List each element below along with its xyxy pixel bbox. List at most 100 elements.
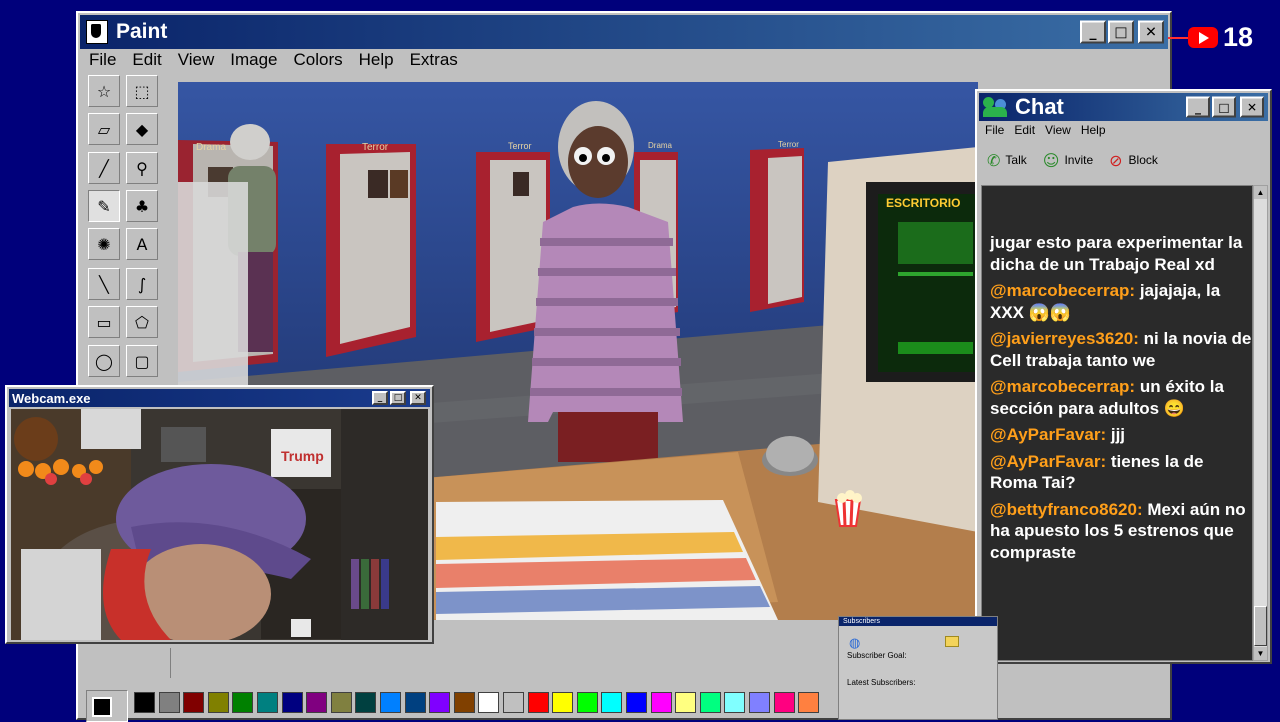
palette-color-swatch[interactable] (306, 692, 328, 713)
invite-label: Invite (1064, 153, 1094, 167)
shelf-label-3: Terror (508, 141, 532, 151)
palette-color-swatch[interactable] (404, 692, 426, 713)
palette-color-swatch[interactable] (576, 692, 598, 713)
chat-maximize-button[interactable]: □ (1212, 96, 1236, 118)
chat-scrollbar[interactable]: ▲ ▼ (1253, 185, 1268, 661)
chat-username[interactable]: @marcobecerrap: (990, 281, 1135, 300)
palette-color-swatch[interactable] (232, 692, 254, 713)
palette-color-swatch[interactable] (478, 692, 500, 713)
palette-color-swatch[interactable] (773, 692, 795, 713)
palette-color-swatch[interactable] (429, 692, 451, 713)
palette-color-swatch[interactable] (724, 692, 746, 713)
palette-color-swatch[interactable] (749, 692, 770, 713)
brush-tool-button[interactable]: ♣ (126, 190, 158, 222)
magnifier-tool-button[interactable]: ⚲ (126, 152, 158, 184)
palette-color-swatch[interactable] (257, 692, 278, 713)
free-select-icon: ☆ (96, 81, 112, 101)
text-tool-tool-button[interactable]: A (126, 228, 158, 260)
webcam-minimize-button[interactable]: _ (372, 391, 388, 405)
paint-app-icon (86, 20, 108, 44)
rect-select-tool-button[interactable]: ⬚ (126, 75, 158, 107)
palette-color-swatch[interactable] (601, 692, 623, 713)
free-select-tool-button[interactable]: ☆ (88, 75, 120, 107)
menu-help[interactable]: Help (359, 50, 394, 70)
chat-menu-file[interactable]: File (985, 123, 1004, 137)
shelf-5 (750, 148, 804, 312)
ellipse-tool-tool-button[interactable]: ◯ (88, 345, 120, 377)
menu-extras[interactable]: Extras (410, 50, 458, 70)
palette-color-swatch[interactable] (650, 692, 672, 713)
scroll-up-arrow[interactable]: ▲ (1254, 186, 1267, 199)
webcam-title-bar[interactable]: Webcam.exe _ □ ✕ (9, 389, 430, 407)
chat-menu-bar: File Edit View Help (985, 123, 1116, 137)
subscribers-title: Subscribers (843, 618, 880, 625)
chat-close-button[interactable]: ✕ (1240, 96, 1264, 118)
polygon-tool-tool-button[interactable]: ⬠ (126, 306, 158, 338)
rounded-rect-tool-tool-button[interactable]: ▢ (126, 345, 158, 377)
scroll-thumb[interactable] (1254, 606, 1267, 646)
menu-image[interactable]: Image (230, 50, 277, 70)
palette-color-swatch[interactable] (134, 692, 155, 713)
maximize-button[interactable]: □ (1108, 20, 1134, 44)
rectangle-tool-icon: ▭ (96, 312, 112, 332)
palette-color-swatch[interactable] (355, 692, 377, 713)
invite-button[interactable]: ☺ Invite (1043, 151, 1093, 170)
palette-color-swatch[interactable] (552, 692, 574, 713)
brush-icon: ♣ (134, 196, 150, 216)
webcam-window-title: Webcam.exe (12, 390, 91, 406)
chat-message: jugar esto para experimentar la dicha de… (990, 232, 1252, 275)
palette-color-swatch[interactable] (380, 692, 401, 713)
menu-view[interactable]: View (178, 50, 215, 70)
palette-color-swatch[interactable] (330, 692, 352, 713)
subscriber-count: 18 (1223, 22, 1254, 52)
line-tool-tool-button[interactable]: ╲ (88, 268, 120, 300)
shelf-2 (326, 144, 416, 357)
chat-minimize-button[interactable]: _ (1186, 96, 1210, 118)
chat-menu-edit[interactable]: Edit (1014, 123, 1035, 137)
palette-color-swatch[interactable] (626, 692, 647, 713)
talk-button[interactable]: ✆ Talk (987, 151, 1027, 170)
palette-color-swatch[interactable] (183, 692, 205, 713)
palette-color-swatch[interactable] (207, 692, 229, 713)
close-button[interactable]: ✕ (1138, 20, 1164, 44)
menu-file[interactable]: File (89, 50, 116, 70)
chat-message: @AyParFavar: jjj (990, 424, 1252, 446)
menu-colors[interactable]: Colors (294, 50, 343, 70)
fill-bucket-tool-button[interactable]: ◆ (126, 113, 158, 145)
palette-color-swatch[interactable] (798, 692, 820, 713)
minimize-button[interactable]: _ (1080, 20, 1106, 44)
rectangle-tool-tool-button[interactable]: ▭ (88, 306, 120, 338)
chat-username[interactable]: @marcobecerrap: (990, 377, 1135, 396)
chat-menu-view[interactable]: View (1045, 123, 1071, 137)
curve-tool-tool-button[interactable]: ∫ (126, 268, 158, 300)
color-picker-tool-button[interactable]: ╱ (88, 152, 120, 184)
eraser-tool-button[interactable]: ▱ (88, 113, 120, 145)
palette-color-swatch[interactable] (699, 692, 721, 713)
palette-color-swatch[interactable] (527, 692, 549, 713)
chat-username[interactable]: @AyParFavar: (990, 425, 1106, 444)
paint-menu-bar: File Edit View Image Colors Help Extras (89, 50, 474, 70)
tool-box: ☆ ⬚ ▱ ◆ ╱ ⚲ ✎ ♣ ✺ A ╲ ∫ ▭ ⬠ ◯ ▢ (84, 72, 172, 384)
monitor-label: ESCRITORIO (886, 196, 960, 210)
palette-color-swatch[interactable] (453, 692, 475, 713)
scroll-down-arrow[interactable]: ▼ (1254, 647, 1267, 660)
palette-color-swatch[interactable] (281, 692, 303, 713)
text-tool-icon: A (136, 234, 148, 254)
palette-color-swatch[interactable] (503, 692, 524, 713)
webcam-maximize-button[interactable]: □ (390, 391, 406, 405)
chat-username[interactable]: @AyParFavar: (990, 452, 1106, 471)
chat-username[interactable]: @bettyfranco8620: (990, 500, 1143, 519)
pencil-tool-button[interactable]: ✎ (88, 190, 120, 222)
airbrush-tool-button[interactable]: ✺ (88, 228, 120, 260)
webcam-close-button[interactable]: ✕ (410, 391, 426, 405)
paint-title-bar[interactable]: Paint _ □ ✕ (80, 15, 1168, 49)
current-color-box[interactable] (86, 690, 128, 722)
block-button[interactable]: ⊘ Block (1109, 151, 1158, 170)
chat-username[interactable]: @javierreyes3620: (990, 329, 1139, 348)
menu-edit[interactable]: Edit (132, 50, 161, 70)
chat-menu-help[interactable]: Help (1081, 123, 1106, 137)
youtube-icon (1188, 27, 1218, 48)
palette-color-swatch[interactable] (675, 692, 697, 713)
palette-color-swatch[interactable] (158, 692, 180, 713)
chat-title-bar[interactable]: Chat _ □ ✕ (979, 93, 1268, 121)
